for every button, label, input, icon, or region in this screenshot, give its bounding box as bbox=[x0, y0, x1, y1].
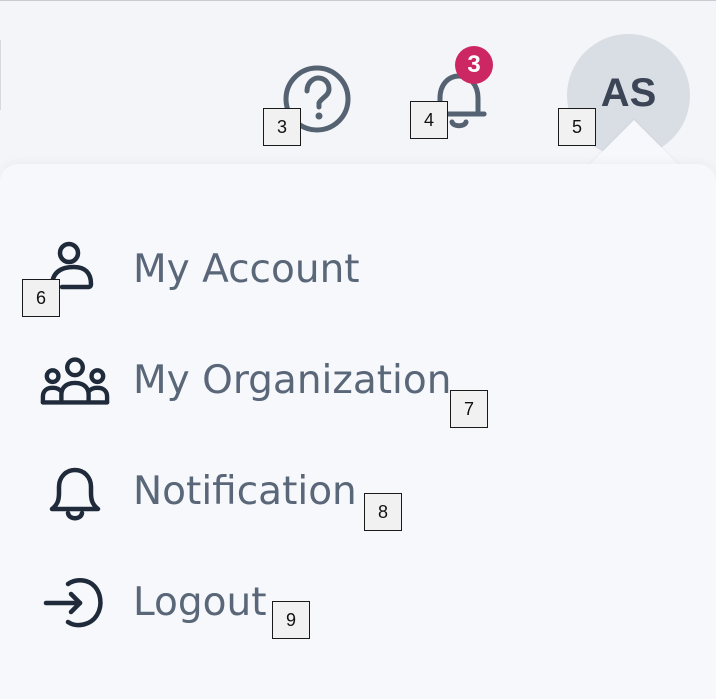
menu-item-label: Notification bbox=[133, 469, 357, 514]
menu-item-notification[interactable]: Notification bbox=[0, 447, 716, 537]
menu-item-my-account[interactable]: My Account bbox=[0, 225, 716, 315]
menu-item-my-organization[interactable]: My Organization bbox=[0, 336, 716, 426]
logout-icon bbox=[40, 558, 110, 648]
marker-5: 5 bbox=[558, 108, 596, 146]
menu-item-label: Logout bbox=[133, 580, 267, 625]
marker-4: 4 bbox=[410, 101, 448, 139]
marker-8: 8 bbox=[364, 493, 402, 531]
menu-item-label: My Organization bbox=[133, 358, 452, 403]
marker-7: 7 bbox=[450, 390, 488, 428]
bell-icon bbox=[40, 447, 110, 537]
left-divider bbox=[0, 40, 1, 110]
menu-item-logout[interactable]: Logout bbox=[0, 558, 716, 648]
dropdown-caret bbox=[586, 120, 682, 168]
menu-item-label: My Account bbox=[133, 247, 360, 292]
notification-count-badge: 3 bbox=[455, 46, 493, 84]
marker-9: 9 bbox=[272, 601, 310, 639]
marker-3: 3 bbox=[263, 108, 301, 146]
top-divider bbox=[0, 0, 716, 1]
marker-6: 6 bbox=[22, 279, 60, 317]
users-group-icon bbox=[40, 336, 110, 426]
